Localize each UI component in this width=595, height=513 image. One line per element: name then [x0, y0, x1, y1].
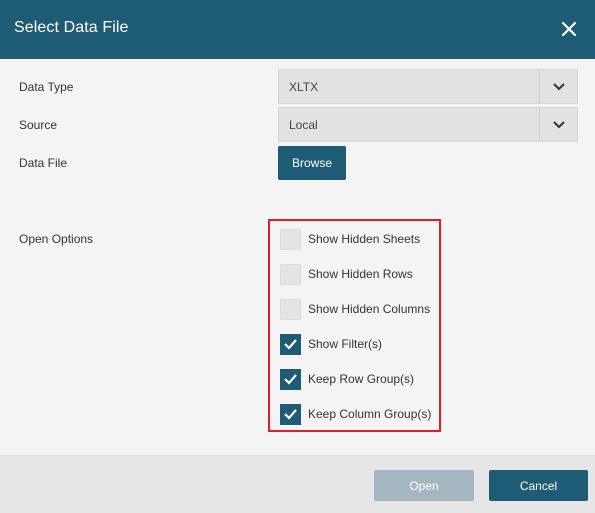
- cancel-button[interactable]: Cancel: [489, 470, 588, 501]
- option-label: Show Hidden Sheets: [308, 232, 421, 246]
- data-type-label: Data Type: [19, 80, 74, 94]
- option-show-filters[interactable]: Show Filter(s): [280, 333, 382, 355]
- dialog-titlebar: Select Data File: [0, 0, 595, 59]
- checkbox-checked[interactable]: [280, 403, 301, 425]
- open-options-label: Open Options: [19, 232, 94, 246]
- browse-button[interactable]: Browse: [278, 146, 346, 180]
- close-button[interactable]: [556, 16, 582, 42]
- option-show-hidden-rows[interactable]: Show Hidden Rows: [280, 263, 413, 285]
- dialog-title: Select Data File: [14, 19, 129, 36]
- option-label: Keep Row Group(s): [308, 372, 415, 386]
- chevron-down-icon: [552, 120, 565, 128]
- select-data-file-dialog: Select Data File Data Type XLTX Source L…: [0, 0, 595, 513]
- option-keep-column-groups[interactable]: Keep Column Group(s): [280, 403, 431, 425]
- open-button[interactable]: Open: [374, 470, 474, 501]
- data-type-dropdown-toggle[interactable]: [539, 70, 577, 103]
- data-type-value: XLTX: [289, 80, 319, 94]
- option-label: Show Filter(s): [308, 337, 383, 351]
- checkbox-checked[interactable]: [280, 333, 301, 355]
- checkbox[interactable]: [280, 263, 301, 285]
- option-label: Show Hidden Columns: [308, 302, 431, 316]
- option-label: Keep Column Group(s): [308, 407, 432, 421]
- checkmark-icon: [284, 374, 297, 385]
- checkmark-icon: [284, 339, 297, 350]
- checkbox[interactable]: [280, 298, 301, 320]
- checkbox[interactable]: [280, 228, 301, 250]
- source-dropdown-toggle[interactable]: [539, 108, 577, 141]
- option-keep-row-groups[interactable]: Keep Row Group(s): [280, 368, 414, 390]
- checkmark-icon: [284, 409, 297, 420]
- option-label: Show Hidden Rows: [308, 267, 413, 281]
- checkbox-checked[interactable]: [280, 368, 301, 390]
- data-type-select[interactable]: XLTX: [278, 69, 578, 104]
- close-icon: [561, 21, 577, 37]
- chevron-down-icon: [552, 82, 565, 90]
- option-show-hidden-columns[interactable]: Show Hidden Columns: [280, 298, 430, 320]
- source-select[interactable]: Local: [278, 107, 578, 142]
- option-show-hidden-sheets[interactable]: Show Hidden Sheets: [280, 228, 420, 250]
- data-file-label: Data File: [19, 156, 68, 170]
- source-label: Source: [19, 118, 58, 132]
- source-value: Local: [289, 118, 318, 132]
- open-options-highlight-box: [268, 219, 441, 432]
